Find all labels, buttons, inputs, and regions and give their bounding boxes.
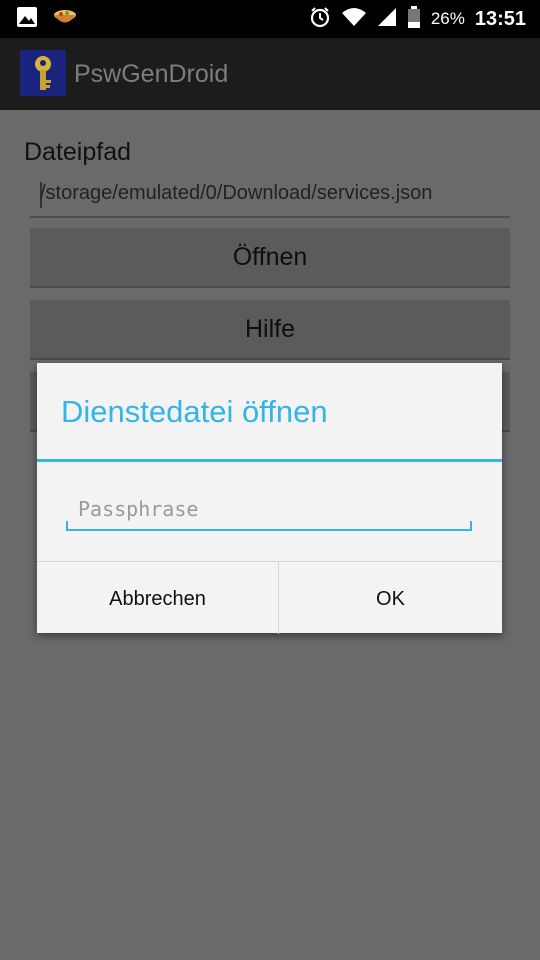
- cell-signal-icon: [377, 7, 397, 31]
- battery-icon: [407, 6, 421, 32]
- field-edge-left: [66, 521, 68, 529]
- wifi-icon: [341, 7, 367, 31]
- open-button[interactable]: Öffnen: [30, 228, 510, 288]
- path-label: Dateipfad: [24, 138, 132, 166]
- status-bar: 26% 13:51: [0, 0, 540, 38]
- key-icon[interactable]: [20, 50, 66, 96]
- open-file-dialog: Dienstedatei öffnen Abbrechen OK: [37, 363, 502, 634]
- ok-button[interactable]: OK: [279, 562, 502, 634]
- passphrase-field[interactable]: [66, 491, 472, 531]
- image-icon: [16, 6, 38, 32]
- dialog-title-divider: [37, 459, 502, 462]
- passphrase-input[interactable]: [78, 495, 458, 523]
- dialog-button-bar: Abbrechen OK: [37, 561, 502, 634]
- battery-percent: 26%: [430, 9, 465, 28]
- cancel-button[interactable]: Abbrechen: [37, 562, 279, 634]
- app-title: PswGenDroid: [74, 60, 229, 88]
- path-input[interactable]: /storage/emulated/0/Download/services.js…: [30, 178, 510, 218]
- help-button[interactable]: Hilfe: [30, 300, 510, 360]
- action-bar: PswGenDroid: [0, 38, 540, 110]
- alarm-icon: [309, 6, 331, 32]
- clock: 13:51: [474, 7, 526, 30]
- status-bar-system: 26% 13:51: [309, 0, 526, 38]
- status-bar-notifications: [16, 0, 78, 38]
- field-edge-right: [470, 521, 472, 529]
- food-bowl-icon: [52, 6, 78, 32]
- path-value: /storage/emulated/0/Download/services.js…: [40, 182, 433, 204]
- dialog-title: Dienstedatei öffnen: [61, 394, 328, 429]
